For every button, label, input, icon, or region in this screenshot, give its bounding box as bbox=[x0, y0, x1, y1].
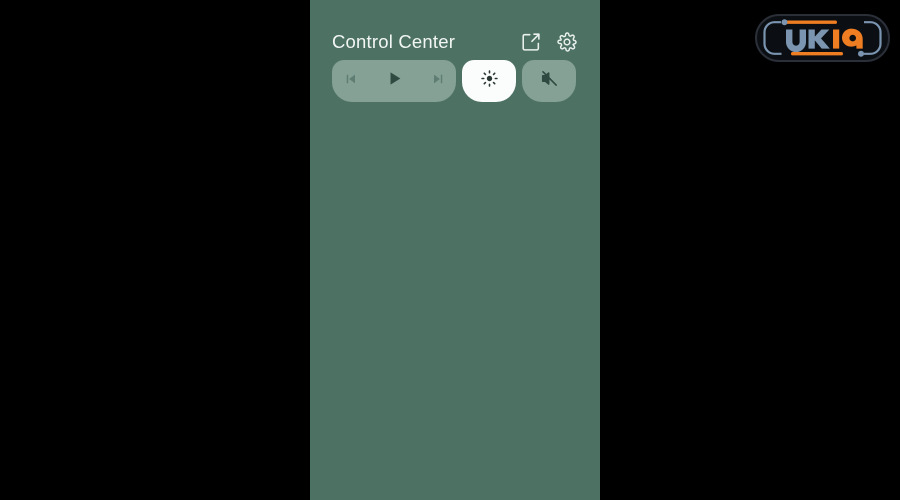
brightness-icon bbox=[480, 69, 499, 93]
page-title: Control Center bbox=[332, 31, 456, 52]
volume-mute-icon bbox=[540, 69, 559, 93]
skip-previous-icon[interactable] bbox=[343, 71, 359, 92]
media-transport-pill[interactable] bbox=[332, 60, 456, 102]
media-control-row bbox=[332, 60, 578, 102]
watermark-logo bbox=[755, 14, 890, 62]
skip-next-icon[interactable] bbox=[430, 71, 446, 92]
control-center-header: Control Center bbox=[310, 22, 600, 62]
play-icon[interactable] bbox=[385, 69, 404, 93]
edit-square-icon[interactable] bbox=[520, 31, 542, 53]
volume-button[interactable] bbox=[522, 60, 576, 102]
brightness-button[interactable] bbox=[462, 60, 516, 102]
phone-screen: Control Center bbox=[310, 0, 600, 500]
gear-icon[interactable] bbox=[556, 31, 578, 53]
